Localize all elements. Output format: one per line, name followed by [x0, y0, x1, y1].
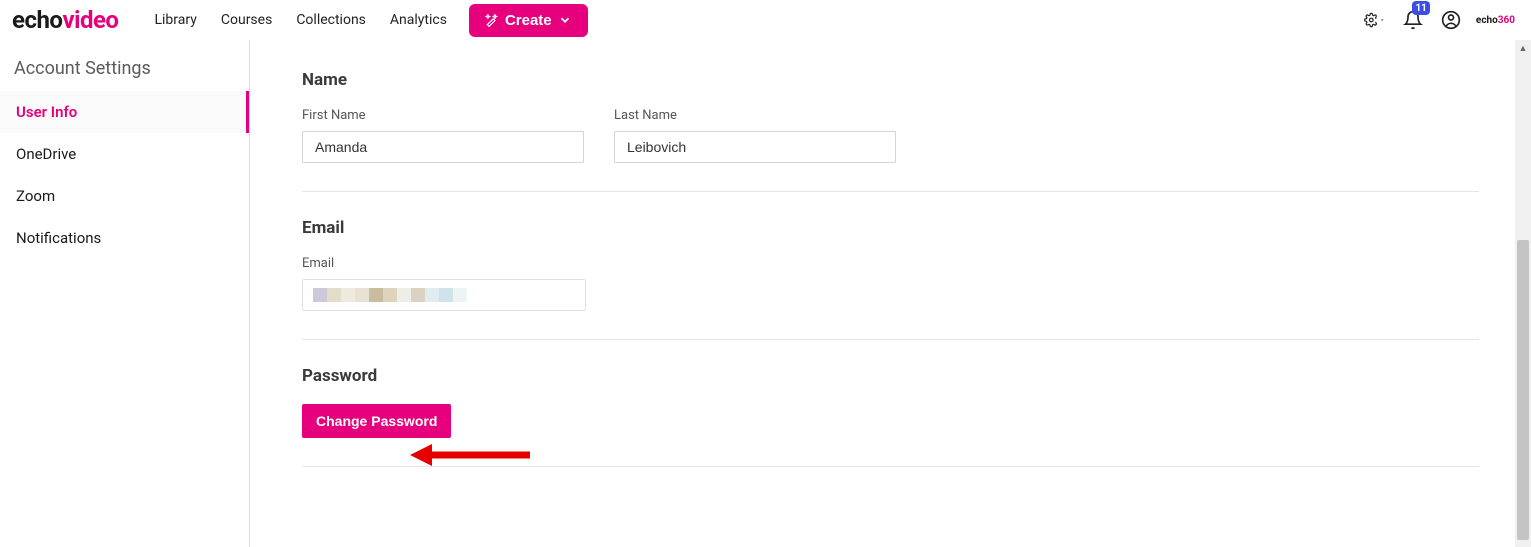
caret-down-icon	[1379, 16, 1385, 24]
scroll-up-icon[interactable]: ▲	[1515, 40, 1531, 56]
nav-collections[interactable]: Collections	[296, 12, 366, 28]
brand-part1: echo	[12, 6, 62, 34]
sidebar-item-user-info[interactable]: User Info	[0, 91, 249, 133]
last-name-label: Last Name	[614, 108, 896, 123]
first-name-label: First Name	[302, 108, 584, 123]
settings-dropdown[interactable]	[1364, 9, 1386, 31]
notification-badge: 11	[1412, 1, 1429, 15]
sidebar-item-notifications[interactable]: Notifications	[0, 217, 249, 259]
nav-analytics[interactable]: Analytics	[390, 12, 447, 28]
email-input-redacted[interactable]	[302, 279, 586, 311]
first-name-input[interactable]	[302, 131, 584, 163]
nav-courses[interactable]: Courses	[221, 12, 272, 28]
brand-part2: video	[62, 6, 118, 34]
scrollbar-track[interactable]: ▲	[1515, 40, 1531, 547]
user-circle-icon	[1441, 10, 1461, 30]
first-name-field-group: First Name	[302, 108, 584, 163]
top-header: echovideo Library Courses Collections An…	[0, 0, 1531, 40]
email-heading: Email	[302, 218, 1479, 238]
arrow-annotation-icon	[410, 440, 530, 470]
main-content: Name First Name Last Name Email Email	[250, 40, 1531, 547]
last-name-field-group: Last Name	[614, 108, 896, 163]
divider	[302, 339, 1479, 340]
email-label: Email	[302, 256, 1479, 271]
settings-sidebar: Account Settings User Info OneDrive Zoom…	[0, 40, 250, 547]
chevron-down-icon	[558, 13, 572, 27]
magic-wand-icon	[485, 13, 499, 27]
password-heading: Password	[302, 366, 1479, 386]
gear-icon	[1364, 11, 1379, 29]
sidebar-title: Account Settings	[0, 46, 249, 91]
create-button[interactable]: Create	[469, 4, 588, 37]
scrollbar-thumb[interactable]	[1517, 240, 1529, 540]
brand-mini[interactable]: echo360	[1476, 15, 1515, 26]
name-heading: Name	[302, 70, 1479, 90]
notifications-button[interactable]: 11	[1402, 9, 1424, 31]
sidebar-item-zoom[interactable]: Zoom	[0, 175, 249, 217]
last-name-input[interactable]	[614, 131, 896, 163]
account-button[interactable]	[1440, 9, 1462, 31]
divider	[302, 191, 1479, 192]
sidebar-item-onedrive[interactable]: OneDrive	[0, 133, 249, 175]
create-label: Create	[505, 12, 552, 29]
nav-library[interactable]: Library	[154, 12, 196, 28]
brand-logo[interactable]: echovideo	[12, 6, 118, 34]
change-password-button[interactable]: Change Password	[302, 404, 451, 438]
